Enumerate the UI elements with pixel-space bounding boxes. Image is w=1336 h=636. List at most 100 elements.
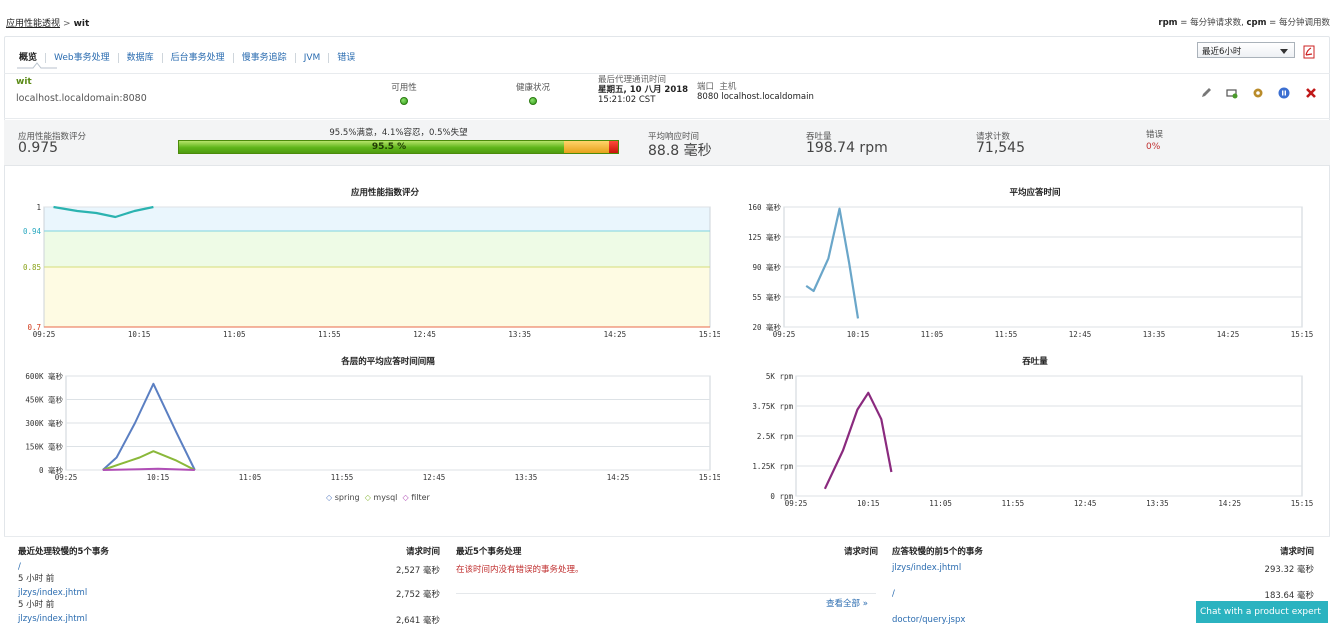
apdex-summary: 95.5%满意，4.1%容忍，0.5%失望 (329, 128, 468, 138)
x-tick-label: 13:35 (515, 473, 538, 482)
x-tick-label: 11:05 (239, 473, 262, 482)
slowest-transaction-time: 183.64 毫秒 (1264, 591, 1314, 601)
x-tick-label: 12:45 (1069, 330, 1092, 339)
host-label: 主机 (719, 82, 737, 92)
y-tick-label: 2.5K rpm (757, 432, 794, 441)
errors-kpi: 错误 0% (1146, 128, 1163, 152)
legend-marker-icon: ◇ (364, 493, 371, 502)
x-tick-label: 15:15 (699, 330, 720, 339)
time-range-value: 最近6小时 (1202, 47, 1242, 57)
time-range-select[interactable]: 最近6小时 (1197, 42, 1295, 58)
cpm-key: cpm (1246, 18, 1267, 28)
delete-icon[interactable] (1305, 87, 1317, 99)
bottom-tables: 最近处理较慢的5个事务 请求时间 / 5 小时 前 2,527 毫秒 jlzys… (4, 536, 1330, 636)
x-tick-label: 10:15 (847, 330, 870, 339)
errors-value: 0% (1146, 142, 1161, 152)
x-tick-label: 09:25 (785, 499, 808, 508)
series-line-main (805, 207, 860, 319)
series-line-main (823, 391, 893, 490)
port-value: 8080 (697, 92, 719, 102)
response-time-value: 88.8 毫秒 (648, 143, 712, 159)
legend-filter[interactable]: filter (411, 493, 430, 502)
x-tick-label: 12:45 (423, 473, 446, 482)
throughput-chart: 5K rpm3.75K rpm2.5K rpm1.25K rpm0 rpm09:… (752, 372, 1313, 508)
y-tick-label: 300K 毫秒 (25, 418, 63, 428)
slow-transactions-col: 请求时间 (405, 547, 440, 557)
x-tick-label: 12:45 (413, 330, 436, 339)
chart-zone (44, 231, 710, 267)
legend-marker-icon: ◇ (402, 493, 409, 502)
health-ok-icon (529, 97, 537, 105)
breadcrumb-current: wit (73, 19, 90, 29)
top-bar: 应用性能透视 > wit rpm = 每分钟请求数, cpm = 每分钟调用数 (0, 0, 1336, 36)
chart-zone (44, 267, 710, 327)
y-tick-label: 450K 毫秒 (25, 395, 63, 405)
legend-mysql[interactable]: mysql (373, 493, 397, 502)
slowest-transactions-col: 请求时间 (1279, 547, 1314, 557)
x-tick-label: 13:35 (508, 330, 531, 339)
pause-icon[interactable] (1278, 87, 1290, 99)
view-all-link[interactable]: 查看全部 » (826, 597, 868, 609)
health-status: 健康状况 (508, 81, 558, 105)
response-time-chart: 160 毫秒125 毫秒90 毫秒55 毫秒20 毫秒09:25 10:15 11:… (748, 202, 1314, 339)
x-tick-label: 14:25 (1217, 330, 1240, 339)
x-tick-label: 10:15 (128, 330, 151, 339)
slowest-transaction-link[interactable]: doctor/query.jspx (892, 615, 965, 625)
y-tick-label: 1 (36, 203, 41, 212)
tab-background-transactions[interactable]: 后台事务处理 (161, 53, 233, 63)
slowest-transaction-link[interactable]: / (892, 589, 895, 599)
legend-spring[interactable]: spring (335, 493, 360, 502)
slowest-transaction-time: 293.32 毫秒 (1264, 565, 1314, 575)
availability-label: 可用性 (391, 83, 417, 93)
slow-transaction-time: 2,527 毫秒 (395, 566, 440, 576)
series-line-mysql (102, 450, 196, 471)
errors-label: 错误 (1146, 130, 1164, 140)
throughput-kpi: 吞吐量 198.74 rpm (806, 130, 888, 156)
slow-transaction-link[interactable]: / (18, 562, 21, 572)
x-tick-label: 14:25 (1218, 499, 1241, 508)
y-tick-label: 600K 毫秒 (25, 371, 63, 381)
breadcrumb-separator: > (63, 19, 71, 29)
y-tick-label: 5K rpm (766, 372, 794, 381)
tab-bar: 概览 Web事务处理 数据库 后台事务处理 慢事务追踪 JVM 错误 (17, 51, 363, 65)
recent-errors-title: 最近5个事务处理 (456, 547, 522, 557)
requests-value: 71,545 (976, 140, 1025, 156)
tab-database[interactable]: 数据库 (117, 53, 162, 63)
breadcrumb-root-link[interactable]: 应用性能透视 (6, 19, 60, 29)
x-tick-label: 11:55 (331, 473, 354, 482)
x-tick-label: 13:35 (1146, 499, 1169, 508)
tab-errors[interactable]: 错误 (328, 53, 363, 63)
chevron-down-icon (1280, 49, 1288, 54)
slowest-transaction-link[interactable]: jlzys/index.jhtml (892, 563, 961, 573)
edit-pencil-icon[interactable] (1200, 87, 1212, 99)
x-tick-label: 11:05 (921, 330, 944, 339)
x-tick-label: 11:05 (929, 499, 952, 508)
tiers-chart: 600K 毫秒450K 毫秒300K 毫秒150K 毫秒0 毫秒09:25 10:… (25, 371, 720, 482)
apdex-value: 0.975 (18, 140, 59, 156)
y-tick-label: 0.94 (23, 227, 42, 236)
tab-jvm[interactable]: JVM (294, 53, 329, 63)
x-tick-label: 11:55 (1002, 499, 1025, 508)
slow-transaction-time: 2,752 毫秒 (395, 590, 440, 600)
x-tick-label: 09:25 (773, 330, 796, 339)
slow-transactions-title: 最近处理较慢的5个事务 (18, 547, 109, 557)
health-label: 健康状况 (515, 83, 550, 93)
y-tick-label: 1.25K rpm (752, 462, 793, 471)
x-tick-label: 11:55 (318, 330, 341, 339)
maintenance-icon[interactable] (1226, 87, 1238, 99)
pdf-export-icon[interactable] (1303, 45, 1315, 59)
x-tick-label: 15:15 (1291, 330, 1314, 339)
unit-legend-note: rpm = 每分钟请求数, cpm = 每分钟调用数 (1158, 16, 1330, 28)
host-value: localhost.localdomain (721, 92, 814, 102)
apdex-bar-text: 95.5 % (371, 142, 407, 152)
slow-transaction-link[interactable]: jlzys/index.jhtml (18, 588, 87, 598)
slow-transaction-time: 2,641 毫秒 (395, 616, 440, 626)
chat-with-expert-button[interactable]: Chat with a product expert (1196, 601, 1328, 623)
gear-icon[interactable] (1252, 87, 1264, 99)
y-tick-label: 90 毫秒 (752, 262, 781, 272)
tab-slow-trace[interactable]: 慢事务追踪 (232, 53, 295, 63)
tiers-legend: ◇ spring ◇ mysql ◇ filter (326, 493, 430, 502)
slow-transaction-link[interactable]: jlzys/index.jhtml (18, 614, 87, 624)
slowest-transactions-title: 应答较慢的前5个的事务 (892, 547, 983, 557)
recent-errors-col: 请求时间 (843, 547, 878, 557)
